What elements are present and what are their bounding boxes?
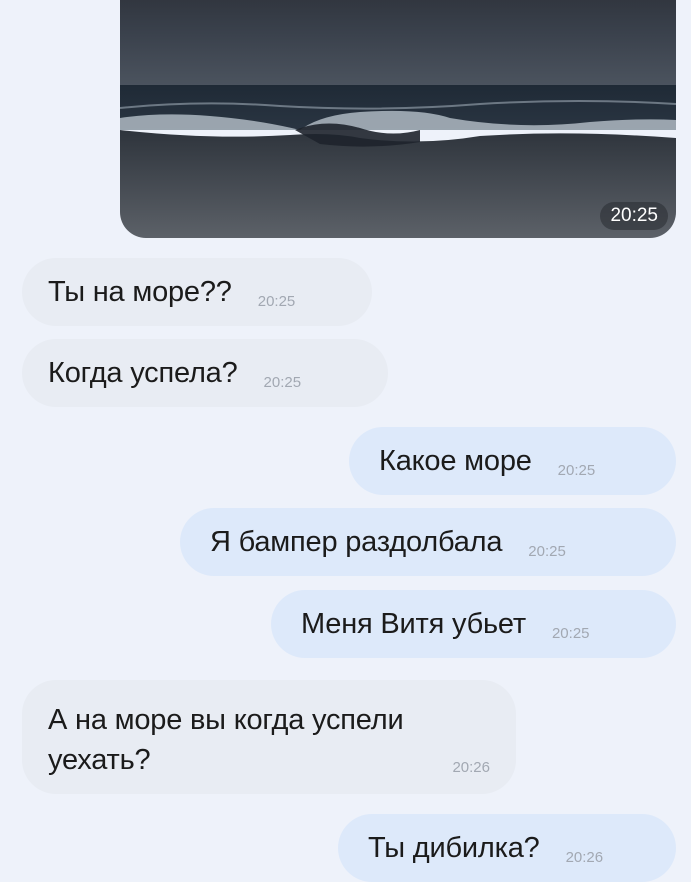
message-text: Ты дибилка?: [368, 831, 540, 864]
message-text: Когда успела?: [48, 356, 238, 389]
photo-timestamp: 20:25: [600, 202, 668, 230]
sea-photo: [120, 0, 676, 238]
message-text: Ты на море??: [48, 275, 232, 308]
message-timestamp: 20:25: [551, 624, 590, 642]
message-text: Я бампер раздолбала: [210, 525, 503, 558]
photo-message[interactable]: 20:25: [120, 0, 676, 238]
message-text-line: А на море вы когда успели: [48, 704, 404, 736]
message-timestamp: 20:25: [557, 461, 596, 479]
message-timestamp: 20:26: [565, 848, 604, 866]
incoming-message-bubble[interactable]: Ты на море?? 20:25: [22, 258, 372, 326]
outgoing-message-bubble[interactable]: Меня Витя убьет 20:25: [271, 590, 676, 658]
message-timestamp: 20:25: [528, 542, 566, 560]
outgoing-message-bubble[interactable]: Ты дибилка? 20:26: [338, 814, 676, 882]
chat-messages-area: 20:25 Ты на море?? 20:25 Когда успела? 2…: [0, 0, 691, 882]
incoming-message-bubble[interactable]: А на море вы когда успели уехать? 20:26: [22, 680, 516, 794]
message-timestamp: 20:26: [452, 759, 490, 776]
incoming-message-bubble[interactable]: Когда успела? 20:25: [22, 339, 388, 407]
message-text: Какое море: [379, 444, 532, 477]
message-text-line: уехать?: [48, 744, 151, 776]
message-timestamp: 20:25: [257, 292, 296, 310]
outgoing-message-bubble[interactable]: Я бампер раздолбала 20:25: [180, 508, 676, 576]
outgoing-message-bubble[interactable]: Какое море 20:25: [349, 427, 676, 495]
message-text: Меня Витя убьет: [301, 607, 526, 640]
message-timestamp: 20:25: [263, 373, 302, 391]
